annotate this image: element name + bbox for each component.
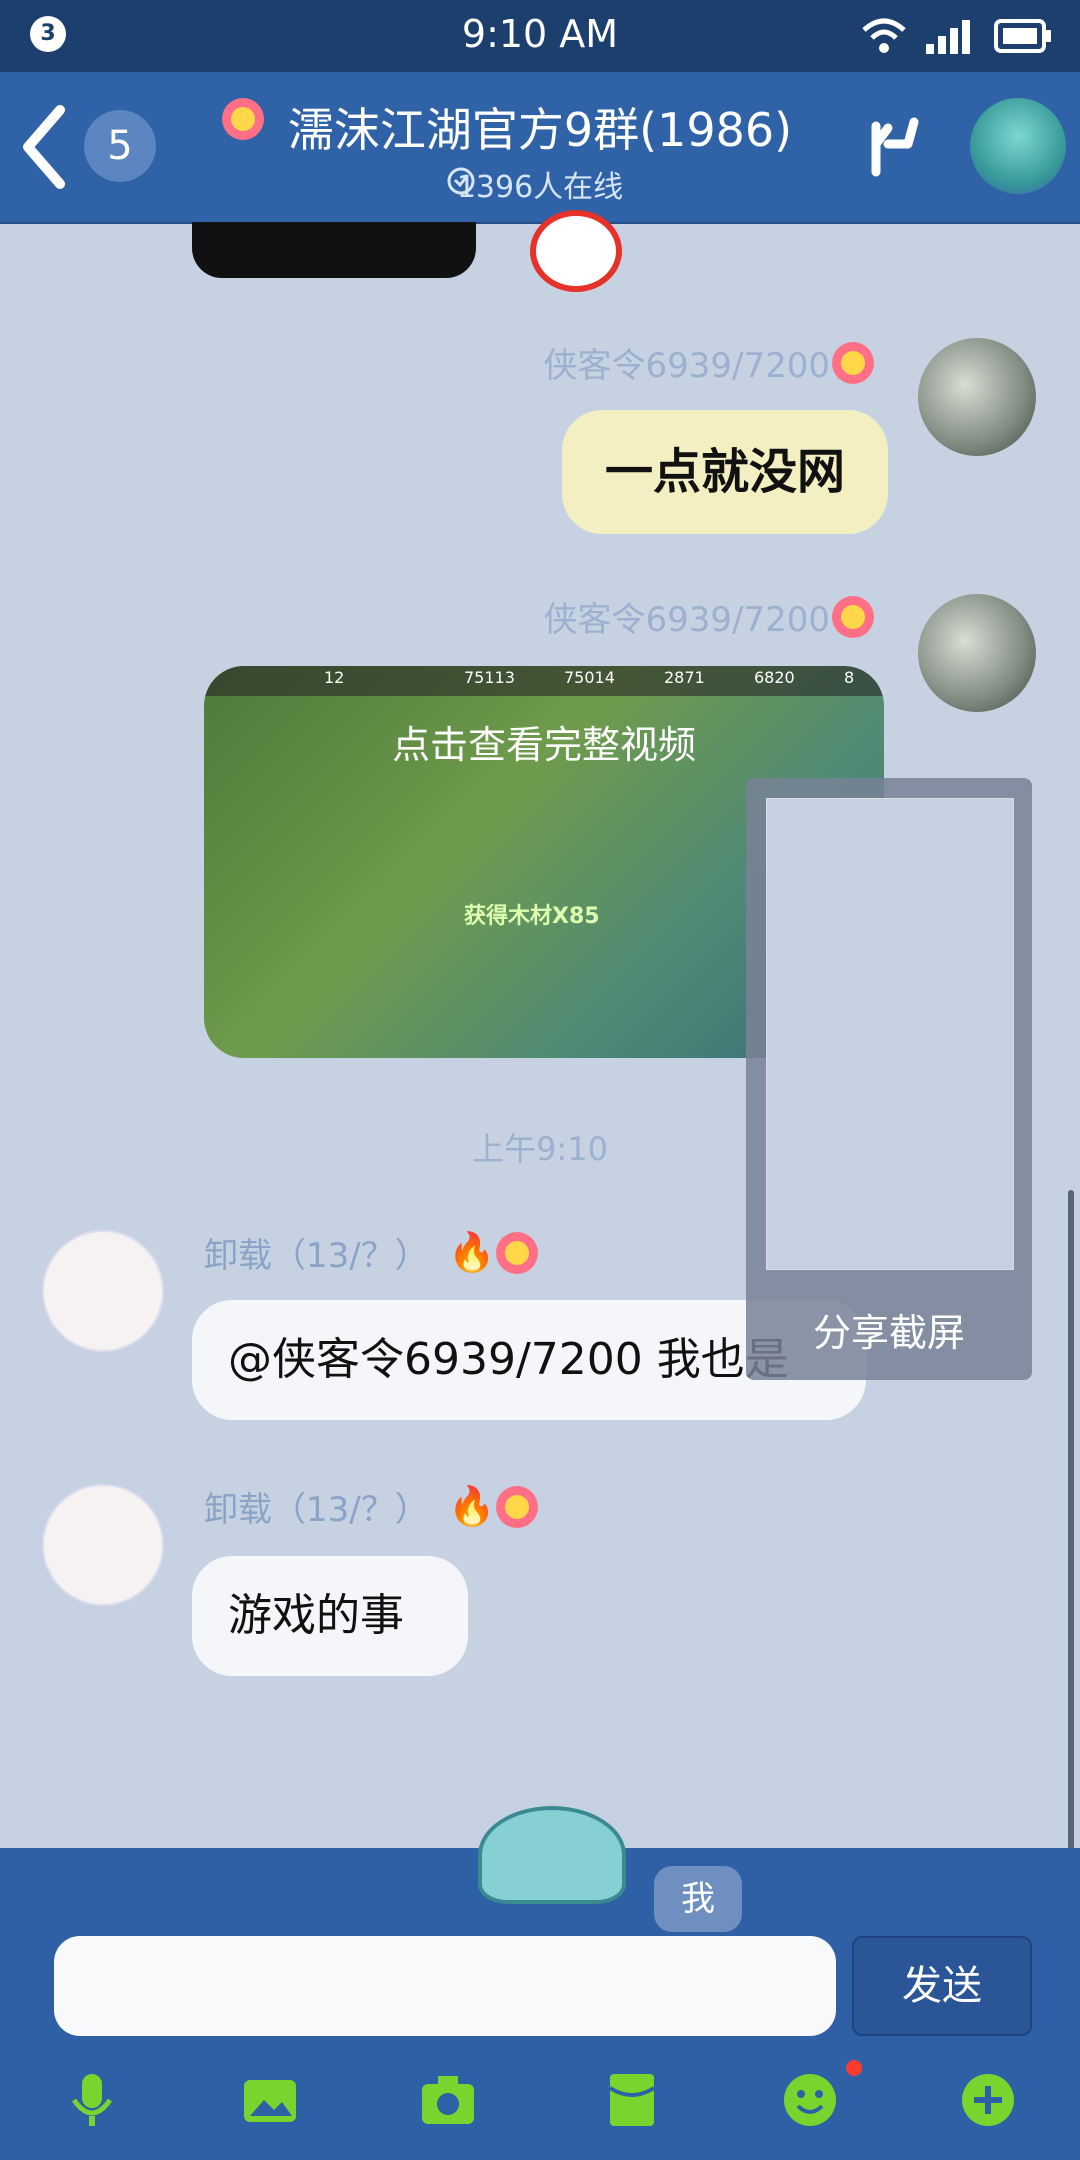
screenshot-thumbnail — [766, 798, 1014, 1270]
video-stats-bar: 12 75113 75014 2871 6820 8 — [204, 666, 884, 696]
camera-icon[interactable] — [420, 2072, 476, 2128]
signal-icon — [926, 20, 970, 54]
message-sender: 卸载（13/？） — [204, 1490, 429, 1530]
emoji-icon[interactable] — [782, 2072, 838, 2128]
wifi-icon — [862, 18, 906, 53]
fire-icon: 🔥 — [448, 1230, 496, 1274]
message-text: 一点就没网 — [604, 444, 845, 500]
battery-icon — [994, 19, 1051, 53]
message-bubble[interactable]: 一点就没网 — [562, 410, 888, 534]
send-button[interactable]: 发送 — [852, 1936, 1032, 2036]
rock-hand-icon[interactable] — [862, 114, 928, 180]
message-sender: 侠客令6939/7200 — [543, 346, 830, 386]
emoji-notification-dot — [846, 2060, 862, 2076]
avatar[interactable] — [918, 594, 1036, 712]
message-input[interactable] — [54, 1936, 836, 2036]
flower-icon — [496, 1232, 538, 1278]
screenshot-preview[interactable] — [746, 778, 1032, 1380]
flower-icon — [496, 1486, 538, 1532]
plus-icon[interactable] — [960, 2072, 1016, 2128]
previous-image-fragment[interactable] — [192, 222, 476, 278]
message-bubble[interactable]: 游戏的事 — [192, 1556, 468, 1676]
group-avatar[interactable] — [970, 98, 1066, 194]
avatar[interactable] — [42, 1484, 164, 1606]
video-caption: 点击查看完整视频 — [391, 723, 696, 767]
chat-header: 5 濡沫江湖官方9群(1986) 1396人在线 — [0, 72, 1080, 224]
flower-icon — [832, 342, 874, 388]
share-screenshot-label[interactable]: 分享截屏 — [746, 1302, 1032, 1357]
angry-sticker-icon[interactable] — [530, 210, 622, 292]
status-bar: 3 9:10 AM — [0, 0, 1080, 72]
fire-icon: 🔥 — [448, 1484, 496, 1528]
avatar[interactable] — [918, 338, 1036, 456]
mascot-avatar — [478, 1806, 626, 1904]
scrollbar[interactable] — [1068, 1190, 1074, 1850]
message-text: 游戏的事 — [228, 1590, 404, 1641]
red-envelope-icon[interactable] — [604, 2072, 660, 2128]
message-sender: 侠客令6939/7200 — [543, 600, 830, 640]
message-sender: 卸载（13/？） — [204, 1236, 429, 1276]
avatar[interactable] — [42, 1230, 164, 1352]
microphone-icon[interactable] — [64, 2072, 120, 2128]
gallery-icon[interactable] — [242, 2072, 298, 2128]
video-reward: 获得木材X85 — [464, 904, 600, 929]
flower-icon — [832, 596, 874, 642]
status-time: 9:10 AM — [461, 12, 619, 56]
me-label: 我 — [654, 1866, 742, 1932]
